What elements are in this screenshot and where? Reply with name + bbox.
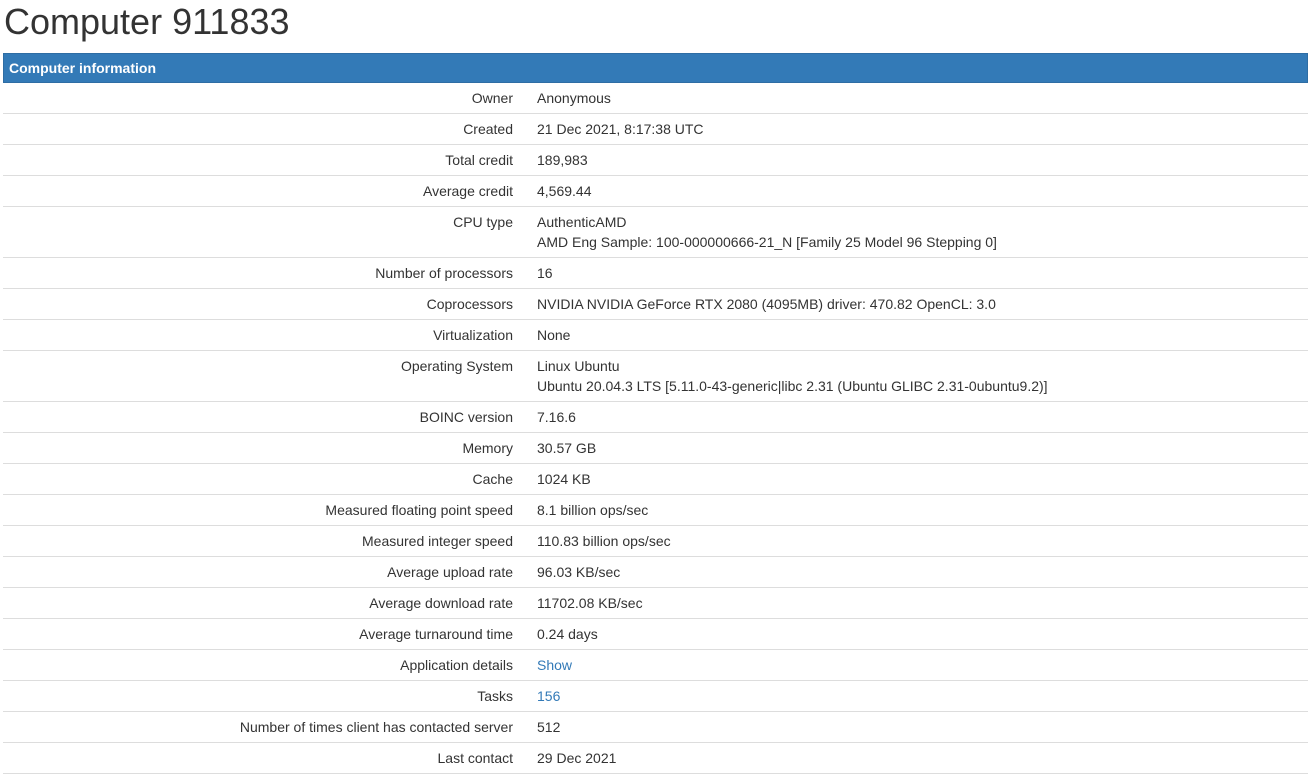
os-value: Linux Ubuntu Ubuntu 20.04.3 LTS [5.11.0-…	[537, 350, 1308, 402]
row-application-details: Application details Show	[3, 649, 1308, 681]
tasks-link[interactable]: 156	[537, 688, 560, 704]
row-created: Created 21 Dec 2021, 8:17:38 UTC	[3, 113, 1308, 145]
fp-speed-label: Measured floating point speed	[3, 494, 537, 526]
row-fp-speed: Measured floating point speed 8.1 billio…	[3, 494, 1308, 526]
average-credit-value: 4,569.44	[537, 175, 1308, 207]
panel-heading: Computer information	[3, 53, 1308, 83]
download-rate-label: Average download rate	[3, 587, 537, 619]
row-turnaround: Average turnaround time 0.24 days	[3, 618, 1308, 650]
row-download-rate: Average download rate 11702.08 KB/sec	[3, 587, 1308, 619]
os-name: Linux Ubuntu	[537, 358, 620, 374]
app-details-value: Show	[537, 649, 1308, 681]
row-tasks: Tasks 156	[3, 680, 1308, 712]
cpu-model: AMD Eng Sample: 100-000000666-21_N [Fami…	[537, 234, 997, 250]
row-coprocessors: Coprocessors NVIDIA NVIDIA GeForce RTX 2…	[3, 288, 1308, 320]
row-cpu-type: CPU type AuthenticAMD AMD Eng Sample: 10…	[3, 206, 1308, 258]
page-title: Computer 911833	[4, 1, 290, 42]
row-boinc-version: BOINC version 7.16.6	[3, 401, 1308, 433]
total-credit-value: 189,983	[537, 144, 1308, 176]
os-label: Operating System	[3, 350, 537, 402]
row-upload-rate: Average upload rate 96.03 KB/sec	[3, 556, 1308, 588]
total-credit-label: Total credit	[3, 144, 537, 176]
row-last-contact: Last contact 29 Dec 2021	[3, 742, 1308, 774]
virtualization-value: None	[537, 319, 1308, 351]
int-speed-value: 110.83 billion ops/sec	[537, 525, 1308, 557]
created-value: 21 Dec 2021, 8:17:38 UTC	[537, 113, 1308, 145]
row-operating-system: Operating System Linux Ubuntu Ubuntu 20.…	[3, 350, 1308, 402]
tasks-label: Tasks	[3, 680, 537, 712]
upload-rate-label: Average upload rate	[3, 556, 537, 588]
coprocessors-label: Coprocessors	[3, 288, 537, 320]
row-num-processors: Number of processors 16	[3, 257, 1308, 289]
row-int-speed: Measured integer speed 110.83 billion op…	[3, 525, 1308, 557]
computer-info-table: Owner Anonymous Created 21 Dec 2021, 8:1…	[3, 83, 1308, 774]
os-version: Ubuntu 20.04.3 LTS [5.11.0-43-generic|li…	[537, 378, 1048, 394]
fp-speed-value: 8.1 billion ops/sec	[537, 494, 1308, 526]
turnaround-value: 0.24 days	[537, 618, 1308, 650]
page: Computer 911833 Computer information Own…	[0, 0, 1313, 780]
created-label: Created	[3, 113, 537, 145]
average-credit-label: Average credit	[3, 175, 537, 207]
virtualization-label: Virtualization	[3, 319, 537, 351]
tasks-value: 156	[537, 680, 1308, 712]
coprocessors-value: NVIDIA NVIDIA GeForce RTX 2080 (4095MB) …	[537, 288, 1308, 320]
memory-label: Memory	[3, 432, 537, 464]
num-processors-label: Number of processors	[3, 257, 537, 289]
contacts-value: 512	[537, 711, 1308, 743]
cpu-type-value: AuthenticAMD AMD Eng Sample: 100-0000006…	[537, 206, 1308, 258]
int-speed-label: Measured integer speed	[3, 525, 537, 557]
boinc-version-value: 7.16.6	[537, 401, 1308, 433]
row-contacts: Number of times client has contacted ser…	[3, 711, 1308, 743]
row-average-credit: Average credit 4,569.44	[3, 175, 1308, 207]
cache-value: 1024 KB	[537, 463, 1308, 495]
row-memory: Memory 30.57 GB	[3, 432, 1308, 464]
cpu-type-label: CPU type	[3, 206, 537, 258]
row-cache: Cache 1024 KB	[3, 463, 1308, 495]
num-processors-value: 16	[537, 257, 1308, 289]
row-total-credit: Total credit 189,983	[3, 144, 1308, 176]
last-contact-label: Last contact	[3, 742, 537, 774]
show-app-details-link[interactable]: Show	[537, 657, 572, 673]
owner-value: Anonymous	[537, 83, 1308, 114]
cache-label: Cache	[3, 463, 537, 495]
cpu-vendor: AuthenticAMD	[537, 214, 627, 230]
computer-info-panel: Computer information Owner Anonymous Cre…	[3, 53, 1308, 774]
last-contact-value: 29 Dec 2021	[537, 742, 1308, 774]
row-owner: Owner Anonymous	[3, 83, 1308, 114]
row-virtualization: Virtualization None	[3, 319, 1308, 351]
boinc-version-label: BOINC version	[3, 401, 537, 433]
turnaround-label: Average turnaround time	[3, 618, 537, 650]
contacts-label: Number of times client has contacted ser…	[3, 711, 537, 743]
memory-value: 30.57 GB	[537, 432, 1308, 464]
upload-rate-value: 96.03 KB/sec	[537, 556, 1308, 588]
download-rate-value: 11702.08 KB/sec	[537, 587, 1308, 619]
owner-label: Owner	[3, 83, 537, 114]
app-details-label: Application details	[3, 649, 537, 681]
